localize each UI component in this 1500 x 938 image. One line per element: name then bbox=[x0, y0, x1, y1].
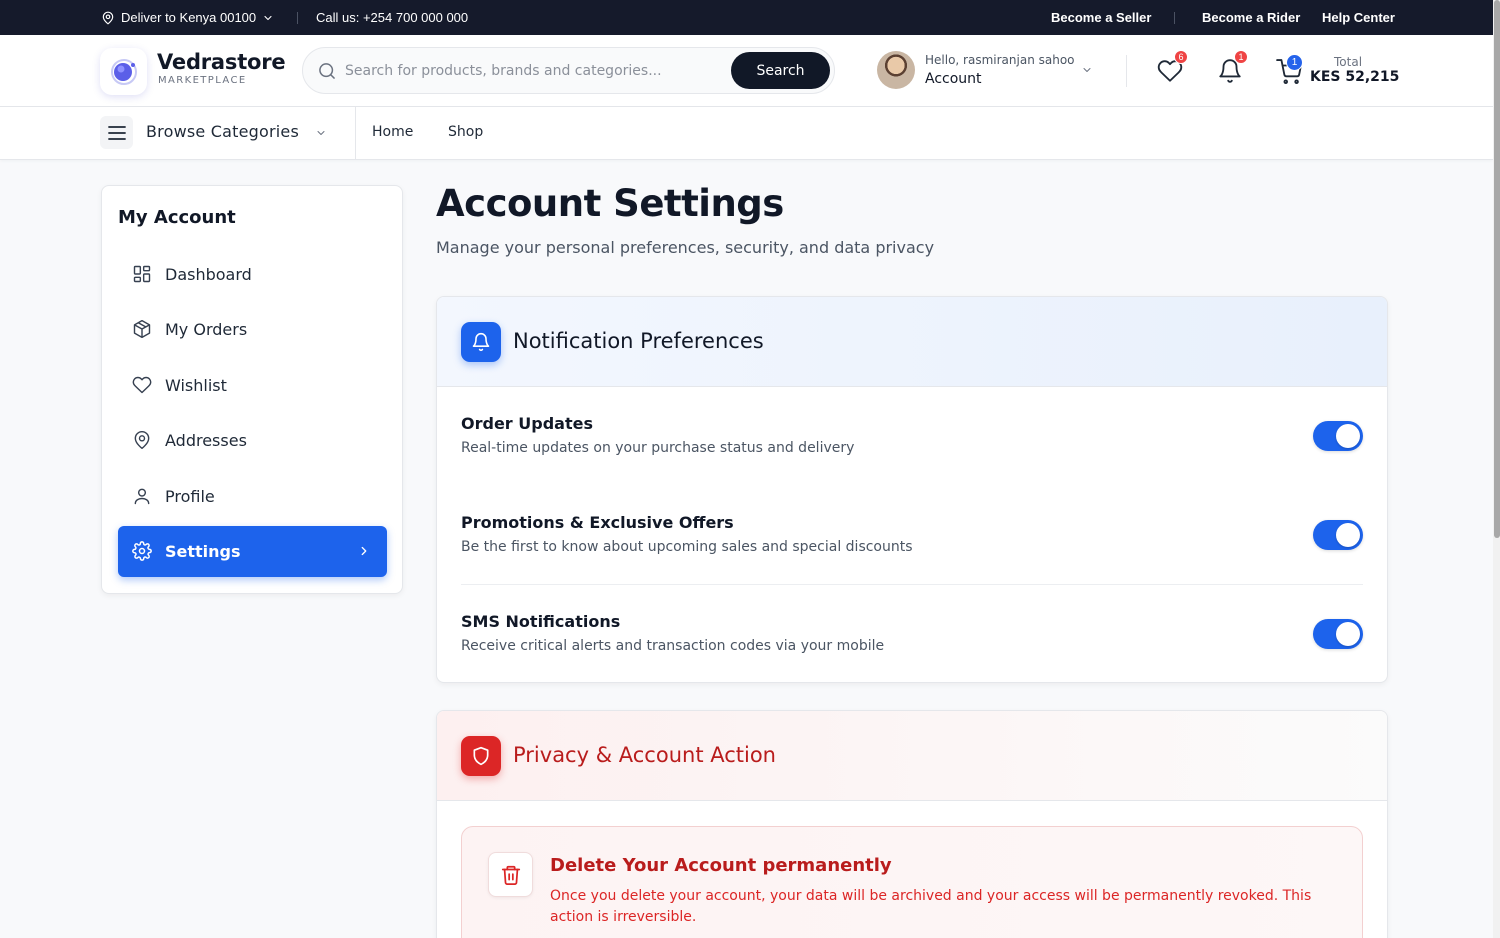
privacy-card: Privacy & Account Action Delete Your Acc… bbox=[436, 710, 1388, 938]
sidebar-item-orders[interactable]: My Orders bbox=[118, 304, 387, 355]
pref-description: Receive critical alerts and transaction … bbox=[461, 638, 885, 654]
pref-title: Promotions & Exclusive Offers bbox=[461, 513, 734, 532]
cart-button[interactable]: 1 bbox=[1276, 54, 1303, 85]
cart-total-label: Total bbox=[1334, 55, 1363, 69]
chevron-down-icon[interactable] bbox=[315, 127, 327, 139]
notification-preferences-card: Notification Preferences Order Updates R… bbox=[436, 296, 1388, 683]
sidebar-item-label: My Orders bbox=[165, 320, 248, 339]
bell-icon bbox=[461, 322, 501, 362]
card-header: Privacy & Account Action bbox=[437, 711, 1387, 801]
scrollbar-thumb[interactable] bbox=[1494, 0, 1500, 538]
page-subtitle: Manage your personal preferences, securi… bbox=[436, 238, 935, 257]
toggle-knob bbox=[1336, 424, 1360, 448]
sidebar-item-addresses[interactable]: Addresses bbox=[118, 415, 387, 466]
shield-icon bbox=[461, 736, 501, 776]
wishlist-button[interactable]: 6 bbox=[1157, 50, 1188, 84]
sidebar-item-label: Dashboard bbox=[165, 265, 252, 284]
promotions-toggle[interactable] bbox=[1313, 520, 1363, 550]
become-seller-link[interactable]: Become a Seller bbox=[1051, 0, 1151, 35]
pref-order-updates: Order Updates Real-time updates on your … bbox=[461, 387, 1363, 486]
sms-toggle[interactable] bbox=[1313, 619, 1363, 649]
delete-account-panel: Delete Your Account permanently Once you… bbox=[461, 826, 1363, 938]
pref-title: SMS Notifications bbox=[461, 612, 621, 631]
search-bar: Search bbox=[302, 47, 835, 94]
chevron-down-icon bbox=[262, 12, 274, 24]
account-sidebar: My Account Dashboard My Orders Wishlist … bbox=[101, 185, 403, 594]
delete-account-title: Delete Your Account permanently bbox=[550, 855, 892, 876]
delete-account-description: Once you delete your account, your data … bbox=[550, 888, 1312, 925]
notification-count-badge: 1 bbox=[1234, 50, 1248, 64]
toggle-knob bbox=[1336, 622, 1360, 646]
search-button[interactable]: Search bbox=[731, 52, 830, 89]
user-icon bbox=[132, 486, 152, 506]
pref-description: Be the first to know about upcoming sale… bbox=[461, 539, 913, 555]
cart-total[interactable]: KES 52,215 bbox=[1310, 69, 1399, 85]
sidebar-item-dashboard[interactable]: Dashboard bbox=[118, 249, 387, 300]
call-us: Call us: +254 700 000 000 bbox=[316, 0, 468, 35]
brand-name[interactable]: Vedrastore bbox=[157, 50, 286, 74]
help-center-label: Help Center bbox=[1322, 10, 1395, 25]
cart-count-badge: 1 bbox=[1286, 54, 1303, 71]
browse-categories[interactable]: Browse Categories bbox=[146, 122, 299, 141]
become-rider-label: Become a Rider bbox=[1202, 10, 1301, 25]
chevron-right-icon bbox=[357, 544, 371, 558]
divider bbox=[1126, 55, 1127, 87]
order-updates-toggle[interactable] bbox=[1313, 421, 1363, 451]
pref-promotions: Promotions & Exclusive Offers Be the fir… bbox=[461, 486, 1363, 585]
sidebar-item-profile[interactable]: Profile bbox=[118, 471, 387, 522]
heart-icon bbox=[132, 375, 152, 395]
deliver-text: Deliver to Kenya 00100 bbox=[121, 10, 257, 25]
menu-button[interactable] bbox=[100, 116, 133, 149]
become-seller-label: Become a Seller bbox=[1051, 10, 1152, 25]
card-header: Notification Preferences bbox=[437, 297, 1387, 387]
divider bbox=[297, 12, 298, 24]
sidebar-item-label: Profile bbox=[165, 487, 215, 506]
hamburger-icon bbox=[107, 125, 126, 141]
trash-icon bbox=[500, 864, 522, 886]
pref-sms: SMS Notifications Receive critical alert… bbox=[461, 585, 1363, 682]
pref-title: Order Updates bbox=[461, 414, 593, 433]
chevron-down-icon[interactable] bbox=[1081, 64, 1093, 76]
search-input[interactable] bbox=[345, 58, 725, 84]
call-text: Call us: +254 700 000 000 bbox=[316, 10, 469, 25]
map-pin-icon bbox=[101, 11, 115, 25]
card-title: Notification Preferences bbox=[513, 329, 764, 353]
header: Vedrastore MARKETPLACE Search Hello, ras… bbox=[0, 35, 1493, 107]
page-title: Account Settings bbox=[436, 182, 784, 225]
divider bbox=[355, 107, 356, 160]
search-icon bbox=[317, 61, 337, 81]
sidebar-item-wishlist[interactable]: Wishlist bbox=[118, 360, 387, 411]
top-bar: Deliver to Kenya 00100 Call us: +254 700… bbox=[0, 0, 1493, 35]
wishlist-count-badge: 6 bbox=[1174, 50, 1188, 64]
card-title: Privacy & Account Action bbox=[513, 743, 776, 767]
nav-link-shop[interactable]: Shop bbox=[448, 124, 483, 140]
deliver-location[interactable]: Deliver to Kenya 00100 bbox=[101, 0, 274, 35]
dashboard-icon bbox=[132, 264, 152, 284]
account-greeting[interactable]: Hello, rasmiranjan sahoo bbox=[925, 53, 1075, 67]
sidebar-item-label: Wishlist bbox=[165, 376, 227, 395]
delete-account-button[interactable] bbox=[488, 852, 533, 897]
account-label[interactable]: Account bbox=[925, 71, 982, 87]
nav-bar: Browse Categories Home Shop bbox=[0, 107, 1493, 160]
logo-icon bbox=[110, 58, 137, 85]
gear-icon bbox=[132, 541, 152, 561]
sidebar-title: My Account bbox=[118, 207, 236, 228]
divider bbox=[1174, 12, 1175, 24]
become-rider-link[interactable]: Become a Rider bbox=[1202, 0, 1300, 35]
sidebar-item-label: Addresses bbox=[165, 431, 247, 450]
avatar[interactable] bbox=[877, 51, 915, 89]
toggle-knob bbox=[1336, 523, 1360, 547]
help-center-link[interactable]: Help Center bbox=[1322, 0, 1395, 35]
package-icon bbox=[132, 319, 152, 339]
notifications-button[interactable]: 1 bbox=[1217, 50, 1248, 84]
nav-link-home[interactable]: Home bbox=[372, 124, 413, 140]
brand-tagline: MARKETPLACE bbox=[158, 75, 247, 86]
sidebar-item-settings[interactable]: Settings bbox=[118, 526, 387, 577]
map-pin-icon bbox=[132, 430, 152, 450]
sidebar-item-label: Settings bbox=[165, 542, 241, 561]
logo[interactable] bbox=[100, 48, 147, 95]
pref-description: Real-time updates on your purchase statu… bbox=[461, 440, 855, 456]
